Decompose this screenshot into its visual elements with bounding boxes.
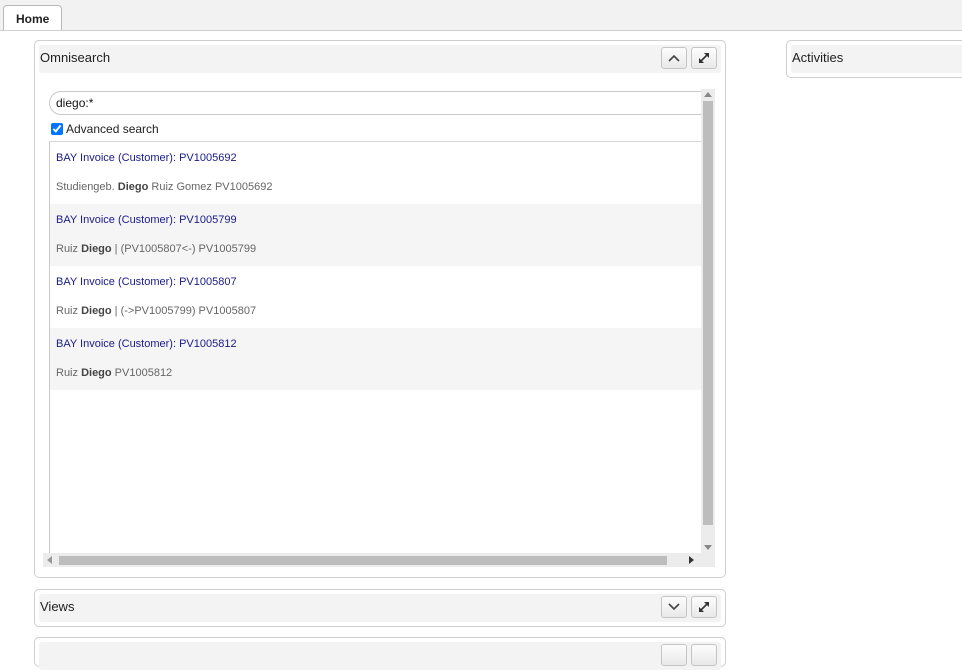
result-description: Studiengeb. Diego Ruiz Gomez PV1005692 <box>56 181 273 193</box>
result-title[interactable]: BAY Invoice (Customer): PV1005799 <box>56 214 237 226</box>
list-item[interactable]: BAY Invoice (Customer): PV1005807 Ruiz D… <box>50 266 701 328</box>
expand-icon <box>699 602 709 612</box>
result-title[interactable]: BAY Invoice (Customer): PV1005812 <box>56 338 237 350</box>
omnisearch-header: Omnisearch <box>39 45 721 73</box>
chevron-up-icon <box>668 54 680 62</box>
views-header: Views <box>39 594 721 622</box>
list-item[interactable]: BAY Invoice (Customer): PV1005692 Studie… <box>50 142 701 204</box>
scrollbar-corner <box>701 553 715 567</box>
list-item[interactable]: BAY Invoice (Customer): PV1005799 Ruiz D… <box>50 204 701 266</box>
tab-home[interactable]: Home <box>3 5 63 30</box>
scroll-down-arrow-icon[interactable] <box>704 545 712 550</box>
result-title[interactable]: BAY Invoice (Customer): PV1005807 <box>56 276 237 288</box>
expand-icon <box>699 53 709 63</box>
vertical-scroll-thumb[interactable] <box>703 101 713 525</box>
horizontal-scroll-thumb[interactable] <box>59 556 667 565</box>
views-panel: Views <box>34 589 726 627</box>
chevron-down-icon <box>668 603 680 611</box>
maximize-button[interactable] <box>691 644 717 666</box>
activities-header: Activities <box>791 45 962 73</box>
collapse-button[interactable] <box>661 47 687 69</box>
search-results-list: BAY Invoice (Customer): PV1005692 Studie… <box>49 141 701 553</box>
activities-panel: Activities <box>786 40 962 78</box>
result-description: Ruiz Diego PV1005812 <box>56 367 173 379</box>
omnisearch-panel: Omnisearch Advanced search BAY Invoice (… <box>34 40 726 578</box>
maximize-button[interactable] <box>691 596 717 618</box>
views-title: Views <box>40 599 75 614</box>
omnisearch-input[interactable] <box>49 91 709 115</box>
tab-bar: Home <box>0 0 962 31</box>
vertical-scrollbar[interactable] <box>701 89 715 553</box>
expand-panel-button[interactable] <box>661 596 687 618</box>
result-title[interactable]: BAY Invoice (Customer): PV1005692 <box>56 152 237 164</box>
collapsed-panel-header <box>39 642 721 670</box>
omnisearch-title: Omnisearch <box>40 50 111 65</box>
advanced-search-label: Advanced search <box>66 122 159 136</box>
scroll-left-arrow-icon[interactable] <box>47 556 52 564</box>
activities-title: Activities <box>792 50 844 65</box>
scroll-right-arrow-icon[interactable] <box>689 556 694 564</box>
advanced-search-toggle[interactable]: Advanced search <box>51 121 159 137</box>
result-description: Ruiz Diego | (->PV1005799) PV1005807 <box>56 305 257 317</box>
result-description: Ruiz Diego | (PV1005807<-) PV1005799 <box>56 243 257 255</box>
scroll-up-arrow-icon[interactable] <box>704 92 712 97</box>
collapsed-panel <box>34 637 726 670</box>
maximize-button[interactable] <box>691 47 717 69</box>
horizontal-scrollbar[interactable] <box>43 553 701 567</box>
panel-toggle-button[interactable] <box>661 644 687 666</box>
list-item[interactable]: BAY Invoice (Customer): PV1005812 Ruiz D… <box>50 328 701 390</box>
advanced-search-checkbox[interactable] <box>51 123 63 135</box>
